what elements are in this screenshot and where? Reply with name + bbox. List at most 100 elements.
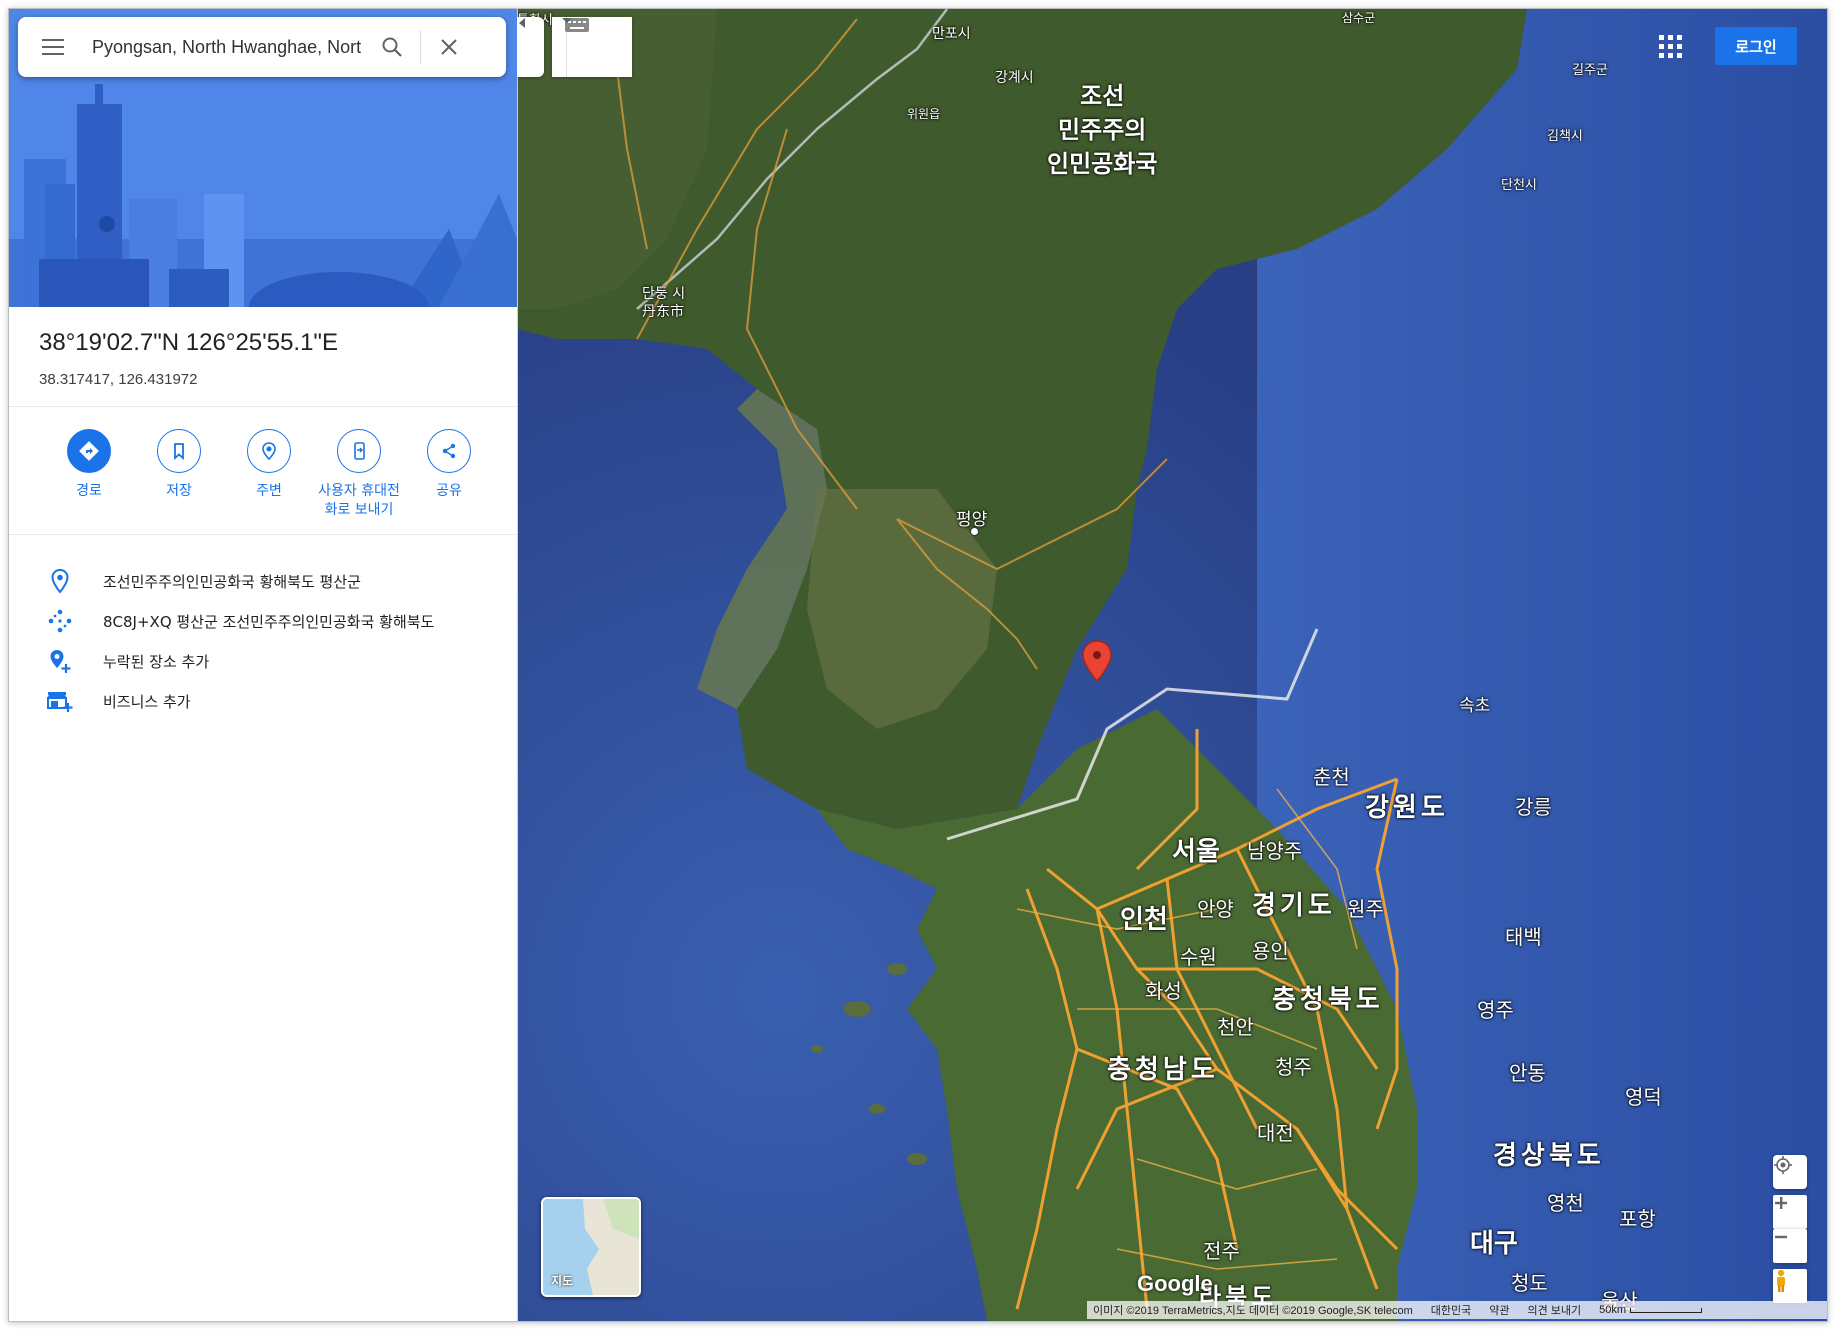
- divider: [9, 406, 517, 407]
- share-icon: [427, 429, 471, 473]
- map-label-city: 원주: [1347, 897, 1384, 921]
- location-pin-icon: [45, 566, 75, 596]
- street-view-pegman[interactable]: [1773, 1269, 1807, 1303]
- zoom-in-button[interactable]: [1773, 1195, 1807, 1229]
- search-input[interactable]: [90, 35, 372, 59]
- map-type-toggle[interactable]: 지도: [541, 1197, 641, 1297]
- map-label-city: 남양주: [1247, 839, 1303, 863]
- coordinates-block: 38°19'02.7"N 126°25'55.1"E 38.317417, 12…: [39, 329, 338, 388]
- zoom-out-button[interactable]: [1773, 1229, 1807, 1263]
- app-window: 38°19'02.7"N 126°25'55.1"E 38.317417, 12…: [8, 8, 1828, 1322]
- map-label-city: 영덕: [1625, 1085, 1662, 1109]
- map-label-city: 용인: [1252, 939, 1289, 963]
- map-label-city: 화성: [1145, 979, 1182, 1003]
- directions-button[interactable]: 경로: [44, 429, 134, 520]
- attrib-link-feedback[interactable]: 의견 보내기: [1527, 1302, 1581, 1318]
- save-label: 저장: [166, 483, 192, 499]
- input-tools-button[interactable]: [552, 17, 632, 77]
- map-label-city: 영주: [1477, 998, 1514, 1022]
- attrib-link-terms[interactable]: 약관: [1489, 1302, 1509, 1318]
- map-label-city: 청도: [1511, 1271, 1548, 1295]
- map-label-city: 인천: [1120, 905, 1168, 935]
- my-location-icon: [1774, 1156, 1792, 1174]
- map-label-city: 춘천: [1313, 765, 1350, 789]
- plus-icon: [1775, 1197, 1787, 1209]
- map-label-city: 천안: [1217, 1015, 1254, 1039]
- nearby-button[interactable]: 주변: [224, 429, 314, 520]
- chevron-down-icon[interactable]: [561, 17, 573, 25]
- city-dot: [970, 527, 979, 536]
- map-label-city: 강릉: [1515, 795, 1552, 819]
- search-divider: [420, 30, 421, 64]
- map-label-city: 단천시: [1501, 178, 1537, 193]
- close-icon[interactable]: [429, 27, 469, 67]
- send-to-phone-button[interactable]: 사용자 휴대전화로 보내기: [314, 429, 404, 520]
- share-button[interactable]: 공유: [404, 429, 494, 520]
- search-icon[interactable]: [372, 27, 412, 67]
- map-label-city: 대전: [1257, 1121, 1294, 1145]
- map-label-city: 강계시: [995, 70, 1034, 86]
- map-label-city: 김책시: [1547, 129, 1583, 144]
- menu-icon[interactable]: [42, 38, 66, 56]
- map-label-province: 강원도: [1365, 793, 1449, 823]
- my-location-button[interactable]: [1773, 1155, 1807, 1189]
- attrib-link-country[interactable]: 대한민국: [1431, 1302, 1471, 1318]
- nearby-icon: [247, 429, 291, 473]
- side-panel: 38°19'02.7"N 126°25'55.1"E 38.317417, 12…: [9, 9, 518, 1321]
- search-bar: [18, 17, 506, 77]
- info-plus-code-text: 8C8J+XQ 평산군 조선민주주의인민공화국 황해북도: [103, 612, 435, 631]
- attribution-bar: 이미지 ©2019 TerraMetrics,지도 데이터 ©2019 Goog…: [1087, 1301, 1827, 1319]
- place-info-list: 조선민주주의인민공화국 황해북도 평산군 8C8J+XQ 평산군 조선민주주의인…: [45, 561, 434, 721]
- map-label-city: 길주군: [1572, 63, 1608, 78]
- directions-label: 경로: [76, 483, 102, 499]
- map-label-city: 위원읍: [907, 107, 941, 121]
- minus-icon: [1775, 1235, 1787, 1239]
- google-logo: Google: [1137, 1271, 1213, 1296]
- divider: [9, 534, 517, 535]
- map-label-seoul: 서울: [1172, 837, 1220, 867]
- map-canvas: [517, 9, 1827, 1321]
- nearby-label: 주변: [256, 483, 282, 499]
- chevron-left-icon: [519, 18, 525, 28]
- map-label-city: 수원: [1180, 945, 1217, 969]
- map-label-city: 삼수군: [1342, 11, 1376, 25]
- login-button[interactable]: 로그인: [1715, 27, 1797, 65]
- map-label-province: 경상북도: [1493, 1141, 1605, 1171]
- info-row-plus-code[interactable]: 8C8J+XQ 평산군 조선민주주의인민공화국 황해북도: [45, 601, 434, 641]
- map-type-label: 지도: [551, 1274, 574, 1288]
- scale-bar[interactable]: 50km: [1599, 1304, 1703, 1316]
- map-label-city: 포항: [1619, 1207, 1656, 1231]
- pegman-icon: [1777, 1269, 1785, 1292]
- satellite-map[interactable]: 통화시 삼수군 조선 민주주의 인민공화국 단둥 시 丹东市 만포시 강계시 위…: [517, 9, 1827, 1321]
- map-label-province: 경기도: [1252, 891, 1336, 921]
- add-business-icon: [45, 686, 75, 716]
- map-label-province: 충청남도: [1107, 1055, 1219, 1085]
- map-label-city: 태백: [1505, 925, 1542, 949]
- map-label-city: 대구: [1470, 1229, 1518, 1259]
- map-label-city: 전주: [1203, 1239, 1240, 1263]
- map-label-city: 안동: [1509, 1061, 1546, 1085]
- coordinates-dms: 38°19'02.7"N 126°25'55.1"E: [39, 329, 338, 356]
- save-button[interactable]: 저장: [134, 429, 224, 520]
- collapse-panel-button[interactable]: [517, 17, 544, 77]
- add-place-icon: [45, 646, 75, 676]
- share-label: 공유: [436, 483, 462, 499]
- map-label-city: 안양: [1197, 897, 1234, 921]
- action-bar: 경로 저장 주변 사용자 휴대전화로 보내기 공유: [44, 429, 494, 520]
- map-label-country: 조선 민주주의 인민공화국: [1047, 82, 1158, 178]
- send-to-phone-label: 사용자 휴대전화로 보내기: [318, 483, 400, 518]
- info-row-add-place[interactable]: 누락된 장소 추가: [45, 641, 434, 681]
- map-label-city: 청주: [1275, 1055, 1312, 1079]
- map-label-province: 충청북도: [1272, 985, 1384, 1015]
- map-label-city: 영천: [1547, 1191, 1584, 1215]
- directions-icon: [67, 429, 111, 473]
- google-apps-icon[interactable]: [1659, 35, 1683, 59]
- info-row-address[interactable]: 조선민주주의인민공화국 황해북도 평산군: [45, 561, 434, 601]
- send-to-phone-icon: [337, 429, 381, 473]
- attribution-text: 이미지 ©2019 TerraMetrics,지도 데이터 ©2019 Goog…: [1093, 1305, 1413, 1317]
- bookmark-icon: [157, 429, 201, 473]
- info-add-place-text: 누락된 장소 추가: [103, 652, 210, 671]
- info-row-add-business[interactable]: 비즈니스 추가: [45, 681, 434, 721]
- map-label-city: 속초: [1459, 696, 1491, 716]
- info-add-business-text: 비즈니스 추가: [103, 692, 191, 711]
